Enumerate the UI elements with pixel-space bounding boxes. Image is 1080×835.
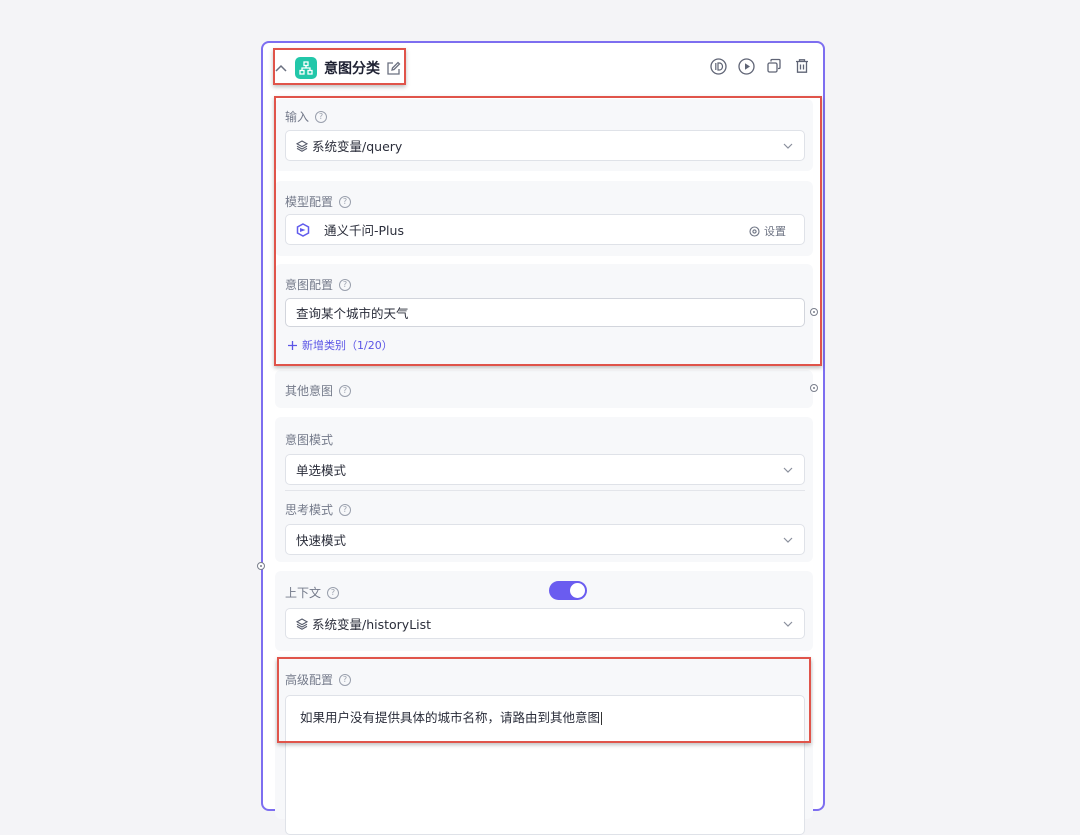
- layers-icon: [296, 617, 308, 630]
- node-toolbar: [709, 57, 811, 75]
- help-icon[interactable]: ?: [315, 110, 328, 123]
- intent-section: 意图配置? 查询某个城市的天气 新增类别（1/20）: [275, 264, 813, 364]
- advanced-label: 高级配置?: [285, 671, 352, 688]
- node-header: 意图分类: [273, 53, 402, 83]
- context-label: 上下文?: [285, 584, 340, 601]
- toggle-knob: [570, 583, 585, 598]
- layers-icon: [296, 139, 308, 152]
- chevron-down-icon: [783, 537, 793, 543]
- model-label: 模型配置?: [285, 193, 352, 210]
- trash-icon[interactable]: [793, 57, 811, 75]
- help-icon[interactable]: ?: [339, 503, 352, 516]
- add-category-button[interactable]: 新增类别（1/20）: [287, 337, 393, 353]
- help-icon[interactable]: ?: [327, 586, 340, 599]
- id-icon[interactable]: [709, 57, 727, 75]
- chevron-up-icon[interactable]: [273, 60, 289, 76]
- intent-mode-select[interactable]: 单选模式: [285, 454, 805, 485]
- input-value: 系统变量/query: [312, 139, 403, 154]
- chevron-down-icon: [783, 467, 793, 473]
- help-icon[interactable]: ?: [339, 195, 352, 208]
- other-intent-section: 其他意图?: [275, 370, 813, 408]
- edit-icon[interactable]: [386, 60, 402, 76]
- intent-output-port[interactable]: [810, 308, 818, 316]
- intent-mode-label: 意图模式: [285, 433, 334, 447]
- tongyi-logo-icon: [296, 222, 312, 238]
- gear-icon: [749, 225, 760, 237]
- intent-node-icon: [295, 57, 317, 79]
- help-icon[interactable]: ?: [339, 384, 352, 397]
- advanced-prompt-textarea[interactable]: 如果用户没有提供具体的城市名称，请路由到其他意图: [285, 695, 805, 835]
- mode-section: 意图模式 单选模式 思考模式? 快速模式: [275, 417, 813, 562]
- copy-icon[interactable]: [765, 57, 783, 75]
- input-section: 输入? 系统变量/query: [275, 99, 813, 171]
- think-mode-label: 思考模式?: [285, 501, 352, 518]
- context-toggle[interactable]: [549, 581, 587, 600]
- intent-item-input[interactable]: 查询某个城市的天气: [285, 298, 805, 327]
- other-intent-output-port[interactable]: [810, 384, 818, 392]
- plus-icon: [288, 340, 297, 350]
- help-icon[interactable]: ?: [339, 673, 352, 686]
- advanced-section: 高级配置? 如果用户没有提供具体的城市名称，请路由到其他意图: [275, 659, 813, 835]
- chevron-down-icon: [783, 621, 793, 627]
- context-select[interactable]: 系统变量/historyList: [285, 608, 805, 639]
- intent-classification-node: 意图分类 输入? 系统变量/query 模型配置 ? 通义千问-Plus 设置 …: [261, 41, 825, 835]
- input-select[interactable]: 系统变量/query: [285, 130, 805, 161]
- model-name: 通义千问-Plus: [324, 223, 404, 238]
- node-title: 意图分类: [324, 61, 380, 77]
- text-caret: [601, 712, 603, 725]
- node-input-port[interactable]: [257, 562, 265, 570]
- model-section: 模型配置? 通义千问-Plus 设置: [275, 181, 813, 256]
- help-icon[interactable]: ?: [339, 278, 352, 291]
- intent-item-value: 查询某个城市的天气: [296, 306, 409, 321]
- context-section: 上下文? 系统变量/historyList: [275, 571, 813, 651]
- divider: [285, 490, 805, 491]
- input-label: 输入?: [285, 108, 328, 125]
- other-intent-label: 其他意图?: [285, 382, 352, 399]
- think-mode-select[interactable]: 快速模式: [285, 524, 805, 555]
- chevron-down-icon: [783, 143, 793, 149]
- model-settings-button[interactable]: 设置: [749, 223, 786, 239]
- model-select[interactable]: 通义千问-Plus 设置: [285, 214, 805, 245]
- run-icon[interactable]: [737, 57, 755, 75]
- intent-label: 意图配置?: [285, 276, 352, 293]
